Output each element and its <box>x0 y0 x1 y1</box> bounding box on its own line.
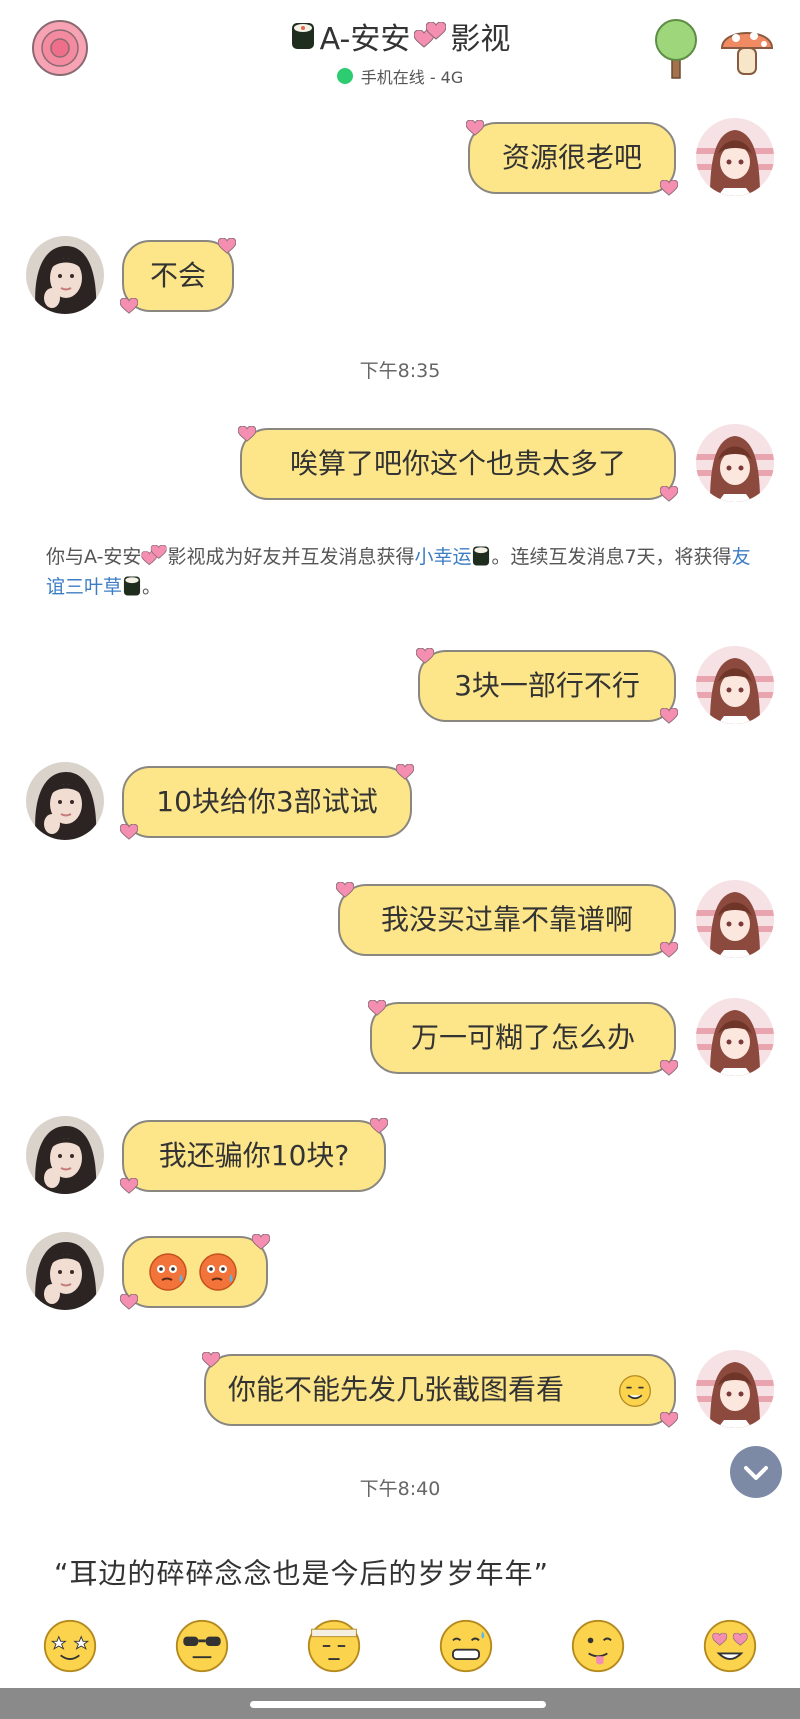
my-avatar[interactable] <box>696 424 774 502</box>
heart-icon <box>660 1060 678 1076</box>
sushi-roll-icon <box>123 576 141 596</box>
message-text: 10块给你3部试试 <box>156 785 378 818</box>
heart-icon <box>120 824 138 840</box>
heart-icon <box>202 1352 220 1368</box>
chat-header: A-安安 影视 手机在线 - 4G <box>0 0 800 96</box>
contact-avatar[interactable] <box>26 1232 104 1310</box>
chevron-down-icon <box>744 1466 768 1480</box>
grin-sweat-emoji-icon[interactable] <box>438 1618 494 1674</box>
chat-title-suffix: 影视 <box>450 22 511 57</box>
scroll-to-bottom-button[interactable] <box>730 1446 782 1498</box>
tongue-emoji-icon[interactable] <box>570 1618 626 1674</box>
message-bubble[interactable]: 我没买过靠不靠谱啊 <box>338 884 676 956</box>
message-bubble[interactable]: 3块一部行不行 <box>418 650 676 722</box>
chat-title-name: A-安安 <box>319 22 411 57</box>
flushed-sweat-emoji-icon <box>148 1252 188 1292</box>
message-text: 资源很老吧 <box>501 141 642 174</box>
notice-text: 。连续互发消息7天，将获得 <box>491 546 732 568</box>
message-text: 不会 <box>149 259 206 292</box>
chat-title-area[interactable]: A-安安 影视 手机在线 - 4G <box>200 14 600 88</box>
online-status: 手机在线 - 4G <box>336 64 464 88</box>
message-text: 3块一部行不行 <box>454 669 640 702</box>
star-eyes-emoji-icon[interactable] <box>42 1618 98 1674</box>
message-bubble[interactable]: 你能不能先发几张截图看看 <box>204 1354 676 1426</box>
heart-icon <box>336 882 354 898</box>
heart-icon <box>660 1412 678 1428</box>
heart-icon <box>368 1000 386 1016</box>
timestamp: 下午8:35 <box>359 360 441 382</box>
message-bubble[interactable]: 万一可糊了怎么办 <box>370 1002 676 1074</box>
my-avatar[interactable] <box>696 646 774 724</box>
emoji-bar <box>0 1610 800 1688</box>
notice-text: 影视成为好友并互发消息获得 <box>167 546 415 568</box>
message-bubble[interactable]: 不会 <box>122 240 234 312</box>
notice-text: 你与A-安安 <box>46 546 142 568</box>
my-avatar[interactable] <box>696 118 774 196</box>
notice-text: 。 <box>142 576 162 598</box>
signature-quote: “耳边的碎碎念念也是今后的岁岁年年” <box>54 1557 550 1590</box>
heart-icon <box>252 1234 270 1250</box>
message-bubble[interactable]: 唉算了吧你这个也贵太多了 <box>240 428 676 500</box>
my-avatar[interactable] <box>696 998 774 1076</box>
flower-icon[interactable] <box>30 18 90 78</box>
online-status-text: 手机在线 - 4G <box>360 68 464 87</box>
hearts-icon <box>414 22 447 48</box>
heart-icon <box>660 486 678 502</box>
timestamp: 下午8:40 <box>359 1478 441 1500</box>
online-dot-icon <box>336 68 353 84</box>
message-text: 唉算了吧你这个也贵太多了 <box>289 447 626 480</box>
chat-title: A-安安 影视 <box>290 14 511 58</box>
flushed-sweat-emoji-icon <box>198 1252 238 1292</box>
heart-icon <box>660 180 678 196</box>
contact-avatar[interactable] <box>26 1116 104 1194</box>
message-bubble[interactable]: 10块给你3部试试 <box>122 766 412 838</box>
my-avatar[interactable] <box>696 1350 774 1428</box>
message-bubble[interactable]: 资源很老吧 <box>468 122 676 194</box>
system-notice: 你与A-安安 影视成为好友并互发消息获得小幸运 。连续互发消息7天，将获得友谊三叶草… <box>46 542 766 602</box>
hearts-icon <box>141 545 168 566</box>
heart-icon <box>370 1118 388 1134</box>
sushi-roll-icon <box>473 546 490 566</box>
heart-icon <box>218 238 236 254</box>
message-text: 我没买过靠不靠谱啊 <box>380 903 633 936</box>
sushi-roll-icon <box>291 23 314 49</box>
contact-avatar[interactable] <box>26 762 104 840</box>
heart-icon <box>120 1294 138 1310</box>
sunglasses-emoji-icon[interactable] <box>174 1618 230 1674</box>
heart-icon <box>660 942 678 958</box>
message-text: 你能不能先发几张截图看看 <box>228 1373 565 1406</box>
heart-icon <box>120 1178 138 1194</box>
message-bubble[interactable] <box>122 1236 268 1308</box>
message-text: 我还骗你10块? <box>158 1139 350 1172</box>
lucky-link[interactable]: 小幸运 <box>414 546 471 568</box>
tree-icon[interactable] <box>650 16 702 80</box>
home-indicator[interactable] <box>250 1701 546 1708</box>
message-bubble[interactable]: 我还骗你10块? <box>122 1120 386 1192</box>
heart-icon <box>238 426 256 442</box>
heart-icon <box>396 764 414 780</box>
heart-icon <box>416 648 434 664</box>
mushroom-icon[interactable] <box>718 18 776 78</box>
headband-emoji-icon[interactable] <box>306 1618 362 1674</box>
heart-icon <box>660 708 678 724</box>
my-avatar[interactable] <box>696 880 774 958</box>
heart-icon <box>120 298 138 314</box>
awkward-smile-emoji-icon <box>618 1374 652 1408</box>
heart-icon <box>466 120 484 136</box>
heart-eyes-emoji-icon[interactable] <box>702 1618 758 1674</box>
contact-avatar[interactable] <box>26 236 104 314</box>
message-text: 万一可糊了怎么办 <box>410 1021 635 1054</box>
